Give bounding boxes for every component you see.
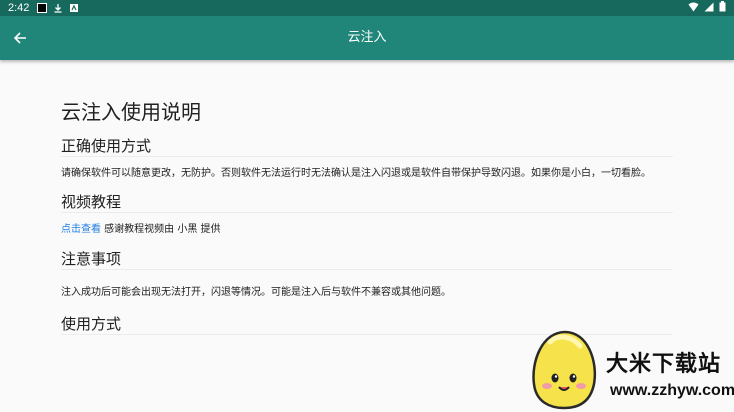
download-icon: [53, 3, 63, 13]
watermark-url: www.zzhyw.com: [610, 382, 734, 399]
section-body-video: 点击查看 感谢教程视频由 小黑 提供: [61, 220, 673, 239]
store-icon: [69, 3, 79, 13]
signal-icon: [704, 2, 714, 15]
section-body-usage: 请确保软件可以随意更改，无防护。否则软件无法运行时无法确认是注入闪退或是软件自带…: [61, 168, 651, 179]
section-heading-notes: 注意事项: [61, 248, 673, 270]
view-video-link[interactable]: 点击查看: [61, 224, 101, 235]
page-title: 云注入使用说明: [61, 100, 201, 124]
instructions-content[interactable]: 云注入使用说明 正确使用方式 请确保软件可以随意更改，无防护。否则软件无法运行时…: [61, 60, 673, 335]
mascot-logo: [532, 330, 597, 410]
app-bar-title: 云注入: [347, 30, 387, 45]
status-bar: 2:42: [0, 0, 734, 16]
wifi-icon: [688, 2, 699, 15]
watermark-text: 大米下载站: [606, 352, 722, 377]
app-notification-icon: [37, 3, 48, 13]
watermark: 大米下载站 www.zzhyw.com: [525, 326, 734, 412]
section-heading-usage: 正确使用方式: [61, 135, 673, 157]
app-bar: 云注入: [0, 16, 734, 60]
video-credit-text: 感谢教程视频由 小黑 提供: [101, 224, 221, 235]
section-heading-video: 视频教程: [61, 191, 673, 213]
battery-icon: [719, 1, 726, 15]
status-time: 2:42: [8, 2, 30, 14]
section-body-notes: 注入成功后可能会出现无法打开，闪退等情况。可能是注入后与软件不兼容或其他问题。: [61, 287, 451, 298]
